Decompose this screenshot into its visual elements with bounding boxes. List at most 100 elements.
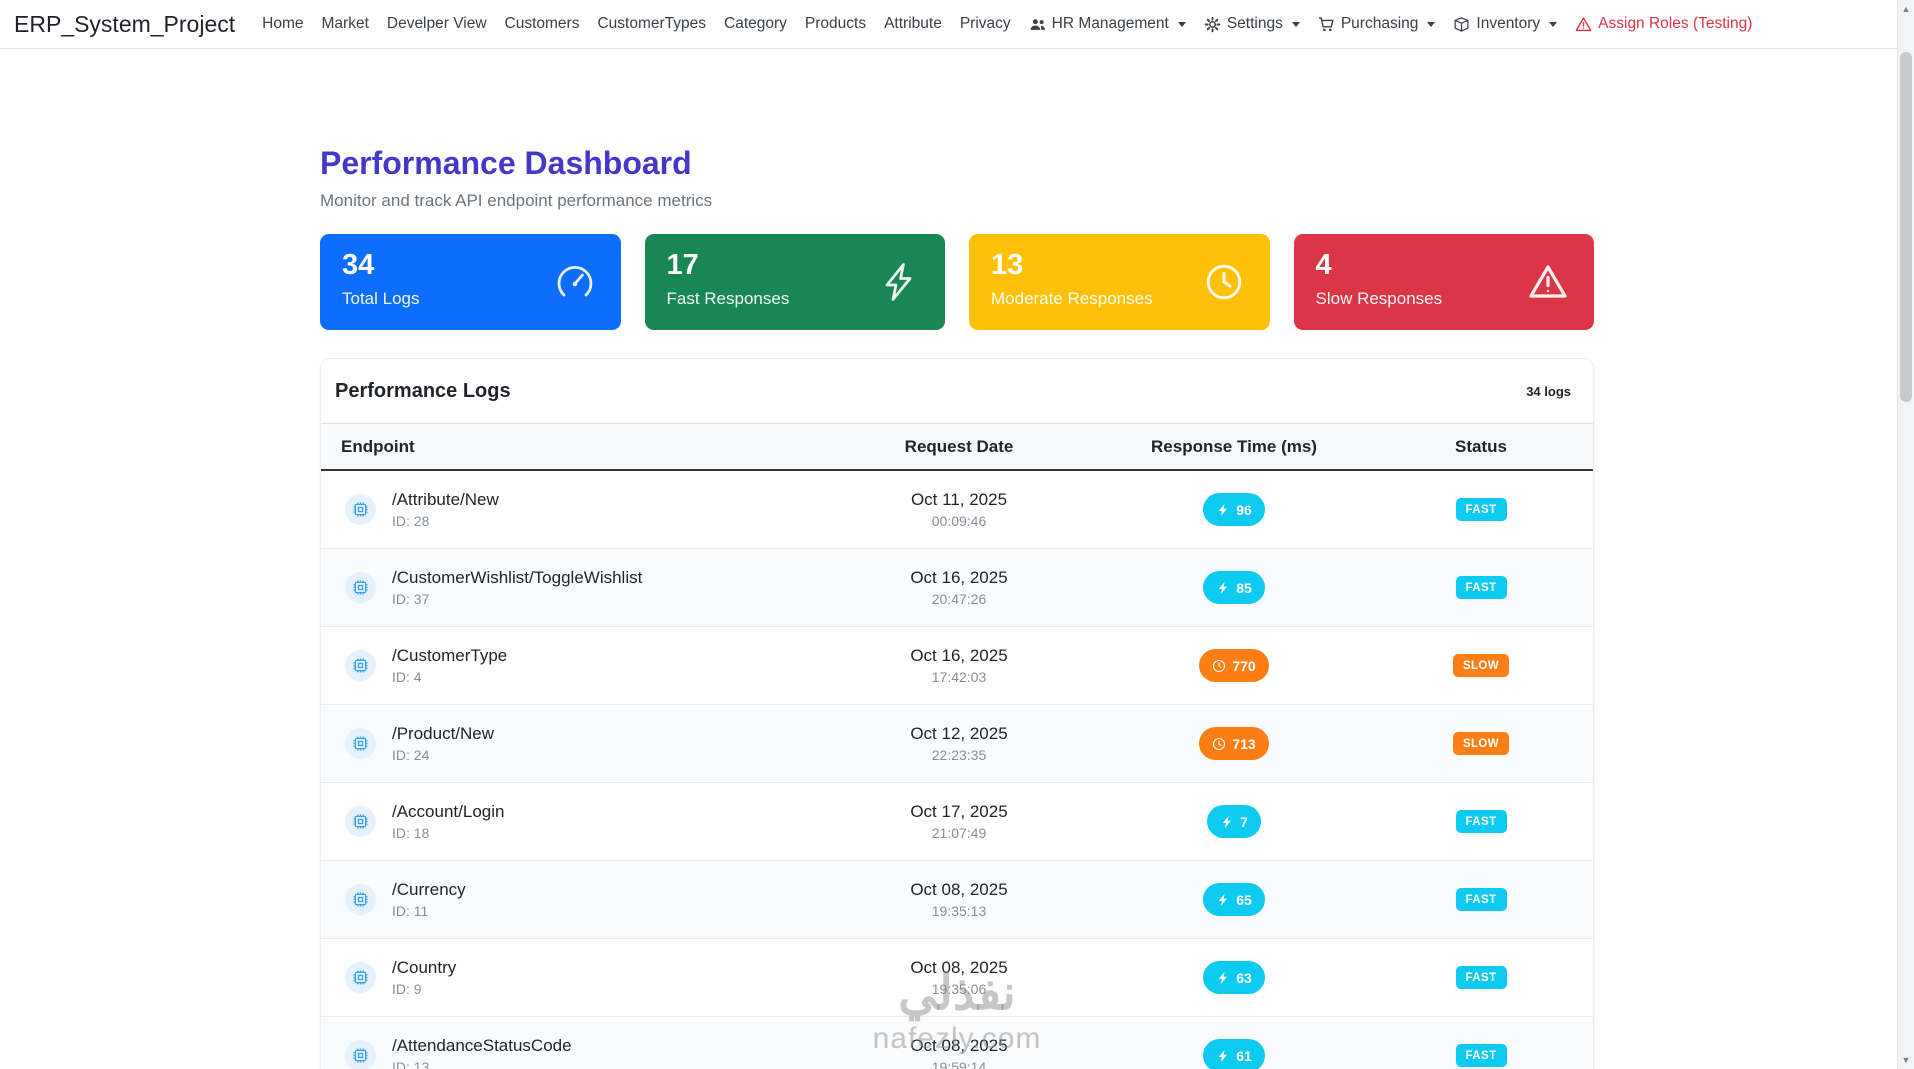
cpu-icon xyxy=(345,806,376,837)
scroll-down-icon[interactable]: ▼ xyxy=(1898,1052,1914,1068)
box-icon xyxy=(1453,16,1470,33)
endpoint-path: /Attribute/New xyxy=(392,490,499,509)
vertical-scrollbar[interactable]: ▲ ▼ xyxy=(1897,0,1914,1069)
scroll-up-icon[interactable]: ▲ xyxy=(1898,1,1914,17)
navbar-brand[interactable]: ERP_System_Project xyxy=(14,11,235,38)
page-title: Performance Dashboard xyxy=(320,145,692,181)
cpu-icon xyxy=(345,728,376,759)
nav-menu-hr-management[interactable]: HR Management xyxy=(1020,15,1195,33)
nav-item-assign-roles[interactable]: Assign Roles (Testing) xyxy=(1566,15,1761,33)
performance-logs-card: Performance Logs 34 logs Endpoint Reques… xyxy=(320,358,1594,1069)
scrollbar-thumb[interactable] xyxy=(1900,52,1912,402)
assign-roles-label: Assign Roles (Testing) xyxy=(1598,15,1753,32)
request-time: 19:59:14 xyxy=(931,1059,987,1069)
request-date: Oct 16, 2025 xyxy=(910,568,1008,587)
nav-item-home[interactable]: Home xyxy=(253,15,312,33)
chevron-down-icon xyxy=(1549,21,1558,27)
status-badge: FAST xyxy=(1455,1044,1507,1067)
nav-item-customertypes[interactable]: CustomerTypes xyxy=(588,15,715,33)
response-time-badge: 7 xyxy=(1207,805,1261,838)
nav-item-category[interactable]: Category xyxy=(715,15,796,33)
cpu-icon xyxy=(345,962,376,993)
response-time-badge: 65 xyxy=(1203,883,1265,916)
warning-icon xyxy=(1575,16,1592,33)
response-time-badge: 713 xyxy=(1199,727,1269,760)
logs-count-badge: 34 logs xyxy=(1526,383,1571,399)
cpu-icon xyxy=(345,650,376,681)
request-date: Oct 11, 2025 xyxy=(910,490,1008,509)
nav-menu-label: Inventory xyxy=(1476,15,1541,32)
table-body: /Attribute/New ID: 28 Oct 11, 2025 00:09… xyxy=(321,471,1593,1069)
request-date: Oct 08, 2025 xyxy=(910,1036,1008,1055)
status-badge: FAST xyxy=(1455,498,1507,521)
response-time-badge: 85 xyxy=(1203,571,1265,604)
table-row: /Attribute/New ID: 28 Oct 11, 2025 00:09… xyxy=(321,471,1593,549)
stats-row: 34 Total Logs 17 Fast Responses 13 Moder… xyxy=(320,234,1594,330)
table-row: /CustomerWishlist/ToggleWishlist ID: 37 … xyxy=(321,549,1593,627)
endpoint-path: /CustomerWishlist/ToggleWishlist xyxy=(392,568,643,587)
endpoint-id: ID: 37 xyxy=(392,591,430,607)
table-row: /AttendanceStatusCode ID: 13 Oct 08, 202… xyxy=(321,1017,1593,1069)
logs-title: Performance Logs xyxy=(335,379,511,402)
request-time: 19:35:13 xyxy=(931,903,987,919)
nav-item-products[interactable]: Products xyxy=(796,15,875,33)
lightning-icon xyxy=(1216,581,1230,595)
response-time-badge: 63 xyxy=(1203,961,1265,994)
endpoint-id: ID: 24 xyxy=(392,747,430,763)
nav-menu-settings[interactable]: Settings xyxy=(1195,15,1309,33)
table-row: /CustomerType ID: 4 Oct 16, 2025 17:42:0… xyxy=(321,627,1593,705)
top-navbar: ERP_System_Project Home Market Develper … xyxy=(0,0,1914,49)
endpoint-path: /Country xyxy=(392,958,457,977)
request-time: 22:23:35 xyxy=(931,747,987,763)
cpu-icon xyxy=(345,1040,376,1069)
speedometer-icon xyxy=(555,262,595,302)
column-header-endpoint: Endpoint xyxy=(341,436,415,456)
warning-icon xyxy=(1528,262,1568,302)
nav-menu-purchasing[interactable]: Purchasing xyxy=(1309,15,1445,33)
lightning-icon xyxy=(1216,503,1230,517)
page-subtitle: Monitor and track API endpoint performan… xyxy=(320,191,713,210)
request-time: 00:09:46 xyxy=(931,513,987,529)
clock-icon xyxy=(1212,659,1226,673)
cpu-icon xyxy=(345,572,376,603)
table-row: /Currency ID: 11 Oct 08, 2025 19:35:13 6… xyxy=(321,861,1593,939)
endpoint-id: ID: 9 xyxy=(392,981,422,997)
nav-menu-label: HR Management xyxy=(1051,15,1169,32)
nav-item-privacy[interactable]: Privacy xyxy=(951,15,1020,33)
nav-menu-inventory[interactable]: Inventory xyxy=(1444,15,1566,33)
request-date: Oct 08, 2025 xyxy=(910,880,1008,899)
main-content: Performance Dashboard Monitor and track … xyxy=(320,49,1594,1069)
status-badge: FAST xyxy=(1455,888,1507,911)
table-row: /Account/Login ID: 18 Oct 17, 2025 21:07… xyxy=(321,783,1593,861)
clock-icon xyxy=(1212,737,1226,751)
endpoint-path: /Product/New xyxy=(392,724,495,743)
request-date: Oct 08, 2025 xyxy=(910,958,1008,977)
nav-item-develper-view[interactable]: Develper View xyxy=(378,15,496,33)
chevron-down-icon xyxy=(1427,21,1436,27)
stat-card-slow-responses: 4 Slow Responses xyxy=(1293,234,1594,330)
table-header-row: Endpoint Request Date Response Time (ms)… xyxy=(321,423,1593,471)
column-header-status: Status xyxy=(1455,436,1507,456)
response-time-badge: 96 xyxy=(1203,493,1265,526)
request-time: 20:47:26 xyxy=(931,591,987,607)
nav-menu-label: Settings xyxy=(1226,15,1283,32)
stat-card-fast-responses: 17 Fast Responses xyxy=(644,234,945,330)
request-time: 21:07:49 xyxy=(931,825,987,841)
request-date: Oct 12, 2025 xyxy=(910,724,1008,743)
nav-item-attribute[interactable]: Attribute xyxy=(875,15,951,33)
column-header-response-time: Response Time (ms) xyxy=(1151,436,1317,456)
status-badge: FAST xyxy=(1455,810,1507,833)
endpoint-path: /Account/Login xyxy=(392,802,505,821)
nav-list: Home Market Develper View Customers Cust… xyxy=(253,15,1761,33)
nav-item-market[interactable]: Market xyxy=(313,15,378,33)
request-date: Oct 17, 2025 xyxy=(910,802,1008,821)
gear-icon xyxy=(1204,16,1221,33)
endpoint-id: ID: 28 xyxy=(392,513,430,529)
lightning-icon xyxy=(1220,815,1234,829)
stat-card-moderate-responses: 13 Moderate Responses xyxy=(969,234,1270,330)
clock-icon xyxy=(1204,262,1244,302)
endpoint-id: ID: 11 xyxy=(392,903,429,919)
lightning-icon xyxy=(1216,1049,1230,1063)
nav-item-customers[interactable]: Customers xyxy=(496,15,589,33)
lightning-icon xyxy=(1216,971,1230,985)
